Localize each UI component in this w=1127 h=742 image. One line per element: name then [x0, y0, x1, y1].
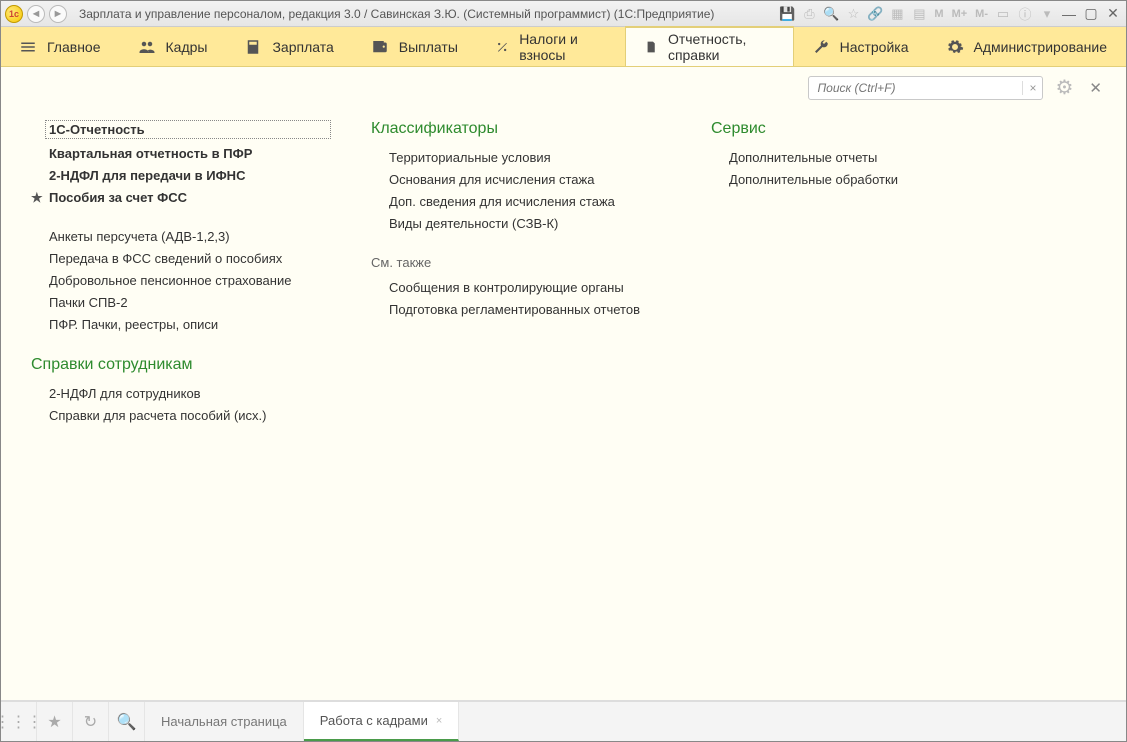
tab-label: Налоги и взносы — [519, 31, 605, 63]
nav-link[interactable]: Передача в ФСС сведений о пособиях — [31, 251, 331, 266]
tab-admin[interactable]: Администрирование — [928, 27, 1127, 66]
tab-label: Настройка — [840, 39, 909, 55]
window-title: Зарплата и управление персоналом, редакц… — [79, 7, 714, 21]
nav-link[interactable]: Доп. сведения для исчисления стажа — [371, 194, 671, 209]
report-icon — [644, 38, 658, 56]
print-icon[interactable]: ⎙ — [800, 5, 818, 23]
nav-back-button[interactable]: ◄ — [27, 5, 45, 23]
tab-vyplaty[interactable]: Выплаты — [353, 27, 477, 66]
search-box[interactable]: × — [808, 76, 1043, 100]
tab-otchetnost[interactable]: Отчетность, справки — [625, 26, 794, 66]
people-icon — [138, 38, 156, 56]
calc-icon[interactable]: ▦ — [888, 5, 906, 23]
nav-link[interactable]: Территориальные условия — [371, 150, 671, 165]
search-bottom-icon[interactable]: 🔍 — [109, 702, 145, 741]
wrench-icon — [812, 38, 830, 56]
tab-label: Главное — [47, 39, 101, 55]
nav-link[interactable]: Подготовка регламентированных отчетов — [371, 302, 671, 317]
m-plain[interactable]: M — [932, 8, 945, 20]
favorites-icon[interactable]: ★ — [37, 702, 73, 741]
gear-icon — [946, 38, 964, 56]
titlebar: 1c ◄ ► Зарплата и управление персоналом,… — [1, 1, 1126, 27]
menu-icon — [19, 38, 37, 56]
tab-nalogi[interactable]: Налоги и взносы — [477, 27, 625, 66]
tab-nastroika[interactable]: Настройка — [794, 27, 928, 66]
m-plus[interactable]: M+ — [950, 8, 970, 20]
bottom-tab[interactable]: Работа с кадрами × — [304, 702, 460, 741]
nav-link[interactable]: Дополнительные отчеты — [711, 150, 971, 165]
wallet-icon — [371, 38, 389, 56]
window-minimize-button[interactable]: — — [1060, 5, 1078, 23]
info-icon[interactable]: ⓘ — [1016, 5, 1034, 23]
column-reports: 1С-Отчетность Квартальная отчетность в ПФ… — [31, 120, 331, 690]
bottom-bar: ⋮⋮⋮ ★ ↻ 🔍 Начальная страница Работа с кад… — [1, 701, 1126, 741]
content-area: × ⚙ ✕ 1С-Отчетность Квартальная отчетност… — [1, 67, 1126, 701]
calendar-icon[interactable]: ▤ — [910, 5, 928, 23]
percent-icon — [495, 38, 509, 56]
column-service: Сервис Дополнительные отчеты Дополнительн… — [711, 120, 971, 690]
window-maximize-button[interactable]: ▢ — [1082, 5, 1100, 23]
nav-link[interactable]: Пачки СПВ-2 — [31, 295, 331, 310]
nav-link[interactable]: Виды деятельности (СЗВ-К) — [371, 216, 671, 231]
bottom-tab[interactable]: Начальная страница — [145, 702, 304, 741]
section-title-spravki: Справки сотрудникам — [31, 356, 331, 374]
tab-kadry[interactable]: Кадры — [120, 27, 227, 66]
nav-link[interactable]: Пособия за счет ФСС — [31, 190, 331, 205]
m-minus[interactable]: M- — [973, 8, 990, 20]
bottom-tab-label: Работа с кадрами — [320, 713, 428, 728]
window-close-button[interactable]: ✕ — [1104, 5, 1122, 23]
preview-icon[interactable]: 🔍 — [822, 5, 840, 23]
apps-icon[interactable]: ⋮⋮⋮ — [1, 702, 37, 741]
nav-link[interactable]: 2-НДФЛ для сотрудников — [31, 386, 331, 401]
nav-link[interactable]: ПФР. Пачки, реестры, описи — [31, 317, 331, 332]
nav-link[interactable]: Сообщения в контролирующие органы — [371, 280, 671, 295]
dropdown-icon[interactable]: ▾ — [1038, 5, 1056, 23]
tab-label: Отчетность, справки — [668, 31, 775, 63]
nav-link[interactable]: 1С-Отчетность — [45, 120, 331, 139]
section-title-klassifikatory: Классификаторы — [371, 120, 671, 138]
settings-gear-icon[interactable]: ⚙ — [1049, 75, 1079, 100]
calculator-icon — [244, 38, 262, 56]
history-icon[interactable]: ↻ — [73, 702, 109, 741]
section-title-service: Сервис — [711, 120, 971, 138]
tab-main[interactable]: Главное — [1, 27, 120, 66]
nav-link[interactable]: Справки для расчета пособий (исх.) — [31, 408, 331, 423]
nav-forward-button[interactable]: ► — [49, 5, 67, 23]
tab-label: Администрирование — [974, 39, 1108, 55]
panel-icon[interactable]: ▭ — [994, 5, 1012, 23]
app-logo-icon: 1c — [5, 5, 23, 23]
tab-label: Выплаты — [399, 39, 458, 55]
tab-label: Зарплата — [272, 39, 333, 55]
bottom-tab-label: Начальная страница — [161, 714, 287, 729]
nav-link[interactable]: Квартальная отчетность в ПФР — [31, 146, 331, 161]
favorite-icon[interactable]: ☆ — [844, 5, 862, 23]
tab-zarplata[interactable]: Зарплата — [226, 27, 352, 66]
nav-link[interactable]: Основания для исчисления стажа — [371, 172, 671, 187]
nav-link[interactable]: Дополнительные обработки — [711, 172, 971, 187]
nav-link[interactable]: 2-НДФЛ для передачи в ИФНС — [31, 168, 331, 183]
panel-close-button[interactable]: ✕ — [1085, 79, 1106, 97]
see-also-heading: См. также — [371, 255, 671, 270]
main-toolbar: Главное Кадры Зарплата Выплаты Налоги и … — [1, 27, 1126, 67]
tab-label: Кадры — [166, 39, 208, 55]
nav-link[interactable]: Добровольное пенсионное страхование — [31, 273, 331, 288]
column-klassifikatory: Классификаторы Территориальные условия Ос… — [371, 120, 671, 690]
nav-link[interactable]: Анкеты персучета (АДВ-1,2,3) — [31, 229, 331, 244]
tab-close-icon[interactable]: × — [436, 715, 442, 727]
search-input[interactable] — [809, 81, 1022, 95]
search-clear-button[interactable]: × — [1022, 81, 1042, 95]
link-icon[interactable]: 🔗 — [866, 5, 884, 23]
save-icon[interactable]: 💾 — [778, 5, 796, 23]
